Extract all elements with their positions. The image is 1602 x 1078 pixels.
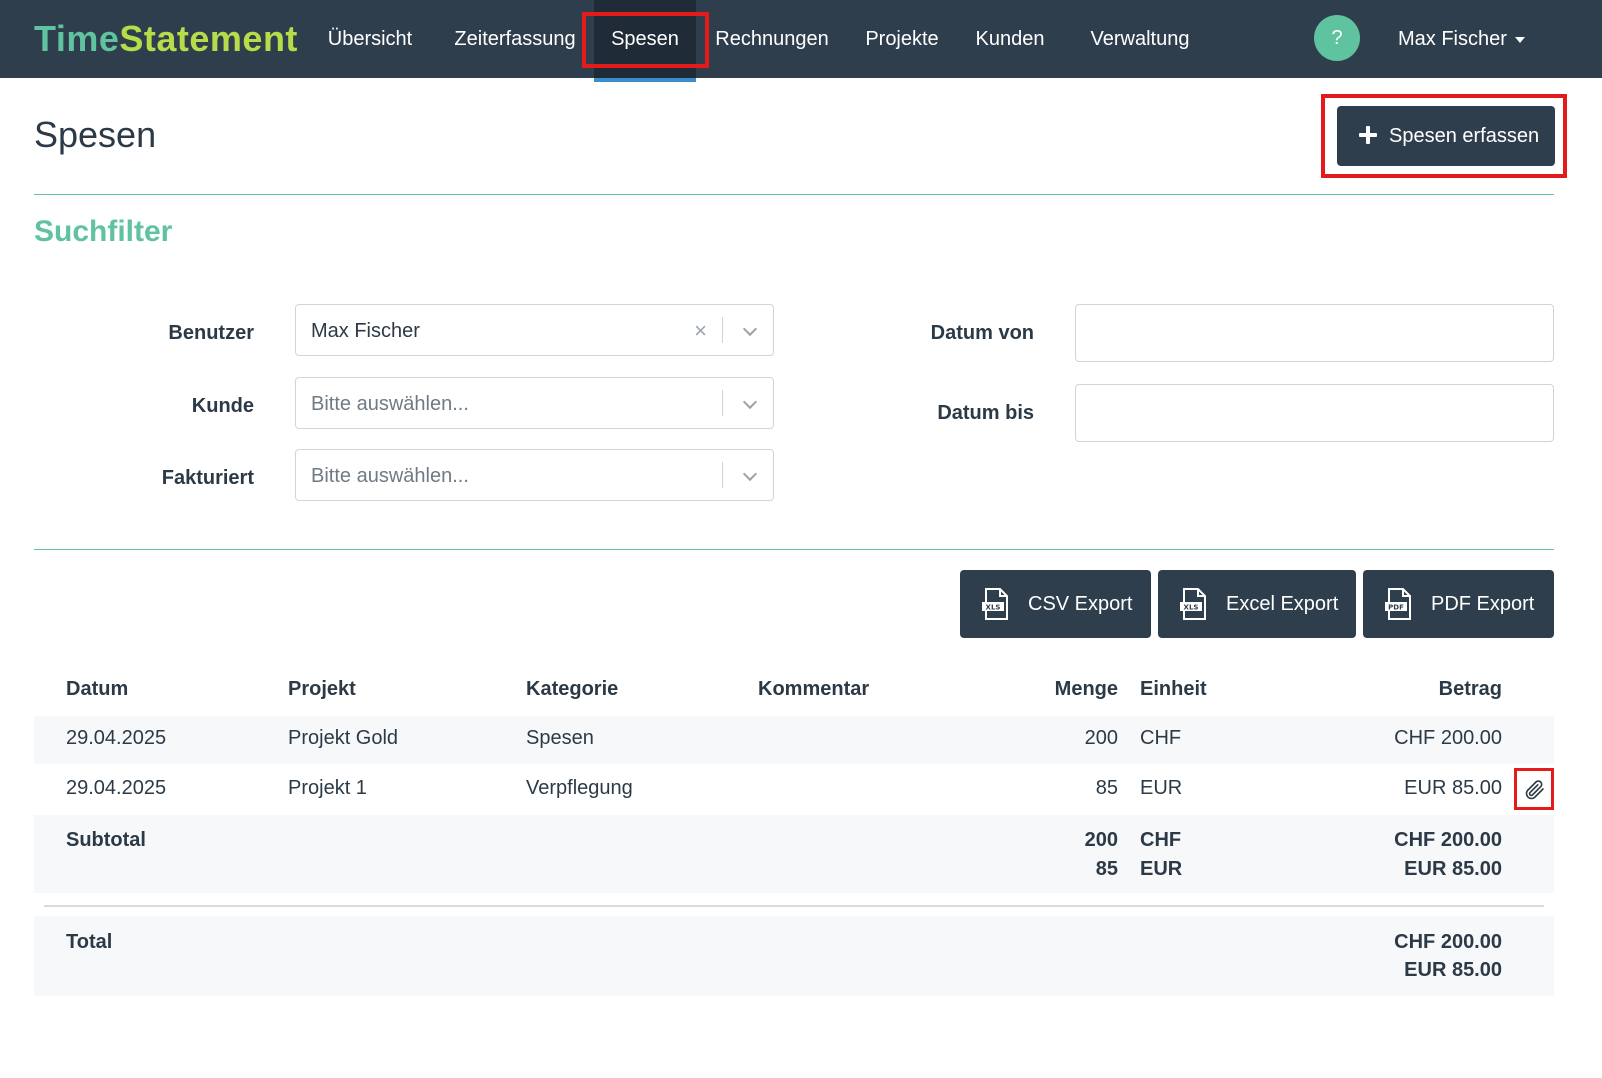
cell-projekt: Projekt Gold <box>288 727 399 749</box>
page-title: Spesen <box>34 114 157 155</box>
nav-kunden[interactable]: Kunden <box>968 0 1052 78</box>
chevron-down-icon[interactable] <box>742 466 758 482</box>
cell-projekt: Projekt 1 <box>288 777 367 799</box>
nav-rechnungen[interactable]: Rechnungen <box>708 0 836 78</box>
cell-menge: 200 <box>1084 727 1118 749</box>
total-betrag-eur: EUR 85.00 <box>1404 959 1502 981</box>
select-separator <box>722 390 723 416</box>
subtotal-menge-chf: 200 <box>1084 829 1118 851</box>
cell-kategorie: Spesen <box>526 727 594 749</box>
nav-zeiterfassung[interactable]: Zeiterfassung <box>440 0 590 78</box>
header-divider <box>34 194 1554 195</box>
top-navbar: TimeStatement Übersicht Zeiterfassung Sp… <box>0 0 1602 82</box>
datum-von-label: Datum von <box>930 322 1034 344</box>
fakturiert-select[interactable]: Bitte auswählen... <box>295 449 774 501</box>
file-icon: XLS <box>982 588 1008 620</box>
th-einheit[interactable]: Einheit <box>1140 678 1207 701</box>
user-menu[interactable]: Max Fischer <box>1398 0 1525 78</box>
file-icon: PDF <box>1385 588 1411 620</box>
excel-export-label: Excel Export <box>1226 593 1339 615</box>
chevron-down-icon[interactable] <box>742 321 758 337</box>
cell-betrag: EUR 85.00 <box>1404 777 1502 799</box>
kunde-label: Kunde <box>191 395 254 417</box>
th-datum[interactable]: Datum <box>66 678 128 701</box>
cell-datum: 29.04.2025 <box>66 727 167 749</box>
file-icon-text: PDF <box>1388 604 1404 612</box>
add-expense-button[interactable]: Spesen erfassen <box>1337 106 1555 166</box>
subtotal-menge-eur: 85 <box>1095 858 1118 880</box>
subtotal-einheit-chf: CHF <box>1140 829 1182 851</box>
subtotal-einheit-eur: EUR <box>1140 858 1183 880</box>
cell-einheit: EUR <box>1140 777 1183 799</box>
brand-logo-part1: Time <box>34 18 120 59</box>
fakturiert-placeholder: Bitte auswählen... <box>311 465 469 487</box>
excel-export-button[interactable]: XLS Excel Export <box>1158 570 1356 638</box>
th-menge[interactable]: Menge <box>1000 678 1118 701</box>
subtotal-betrag-eur: EUR 85.00 <box>1404 858 1502 880</box>
fakturiert-label: Fakturiert <box>161 467 254 489</box>
total-row <box>34 916 1554 996</box>
th-betrag[interactable]: Betrag <box>1300 678 1502 701</box>
pdf-export-button[interactable]: PDF PDF Export <box>1363 570 1554 638</box>
total-betrag-chf: CHF 200.00 <box>1394 931 1502 953</box>
file-icon-text: XLS <box>986 604 1001 612</box>
select-separator <box>722 317 723 343</box>
attachment-button[interactable] <box>1514 768 1554 810</box>
paperclip-icon <box>1525 780 1544 800</box>
file-icon: XLS <box>1180 588 1206 620</box>
nav-projekte[interactable]: Projekte <box>856 0 948 78</box>
subtotal-row <box>34 815 1554 893</box>
total-divider <box>44 905 1544 907</box>
caret-down-icon <box>1514 36 1525 43</box>
help-button[interactable]: ? <box>1314 15 1360 61</box>
benutzer-label: Benutzer <box>168 322 254 344</box>
kunde-placeholder: Bitte auswählen... <box>311 393 469 415</box>
brand-logo-part2: Statement <box>119 18 298 59</box>
cell-kategorie: Verpflegung <box>526 777 633 799</box>
datum-bis-label: Datum bis <box>937 402 1034 424</box>
file-icon-text: XLS <box>1184 604 1199 612</box>
th-kategorie[interactable]: Kategorie <box>526 678 618 701</box>
pdf-export-label: PDF Export <box>1431 593 1535 615</box>
cell-einheit: CHF <box>1140 727 1182 749</box>
csv-export-label: CSV Export <box>1028 593 1133 615</box>
brand-logo[interactable]: TimeStatement <box>34 18 298 60</box>
nav-spesen[interactable]: Spesen <box>594 0 696 82</box>
cell-datum: 29.04.2025 <box>66 777 167 799</box>
datum-bis-input[interactable] <box>1075 384 1554 442</box>
nav-verwaltung[interactable]: Verwaltung <box>1082 0 1198 78</box>
cell-betrag: CHF 200.00 <box>1394 727 1502 749</box>
subtotal-betrag-chf: CHF 200.00 <box>1394 829 1502 851</box>
cell-menge: 85 <box>1095 777 1118 799</box>
th-kommentar[interactable]: Kommentar <box>758 678 869 701</box>
add-expense-label: Spesen erfassen <box>1389 125 1540 147</box>
filter-title: Suchfilter <box>34 215 173 248</box>
total-label: Total <box>66 931 113 953</box>
subtotal-label: Subtotal <box>66 829 146 851</box>
th-projekt[interactable]: Projekt <box>288 678 356 701</box>
user-name: Max Fischer <box>1398 28 1507 50</box>
select-separator <box>722 462 723 488</box>
benutzer-select[interactable]: Max Fischer × <box>295 304 774 356</box>
kunde-select[interactable]: Bitte auswählen... <box>295 377 774 429</box>
csv-export-button[interactable]: XLS CSV Export <box>960 570 1151 638</box>
filter-divider <box>34 549 1554 550</box>
plus-icon <box>1359 126 1377 144</box>
nav-uebersicht[interactable]: Übersicht <box>310 0 430 78</box>
benutzer-value: Max Fischer <box>311 320 420 342</box>
datum-von-input[interactable] <box>1075 304 1554 362</box>
chevron-down-icon[interactable] <box>742 394 758 410</box>
clear-icon[interactable]: × <box>694 305 707 357</box>
